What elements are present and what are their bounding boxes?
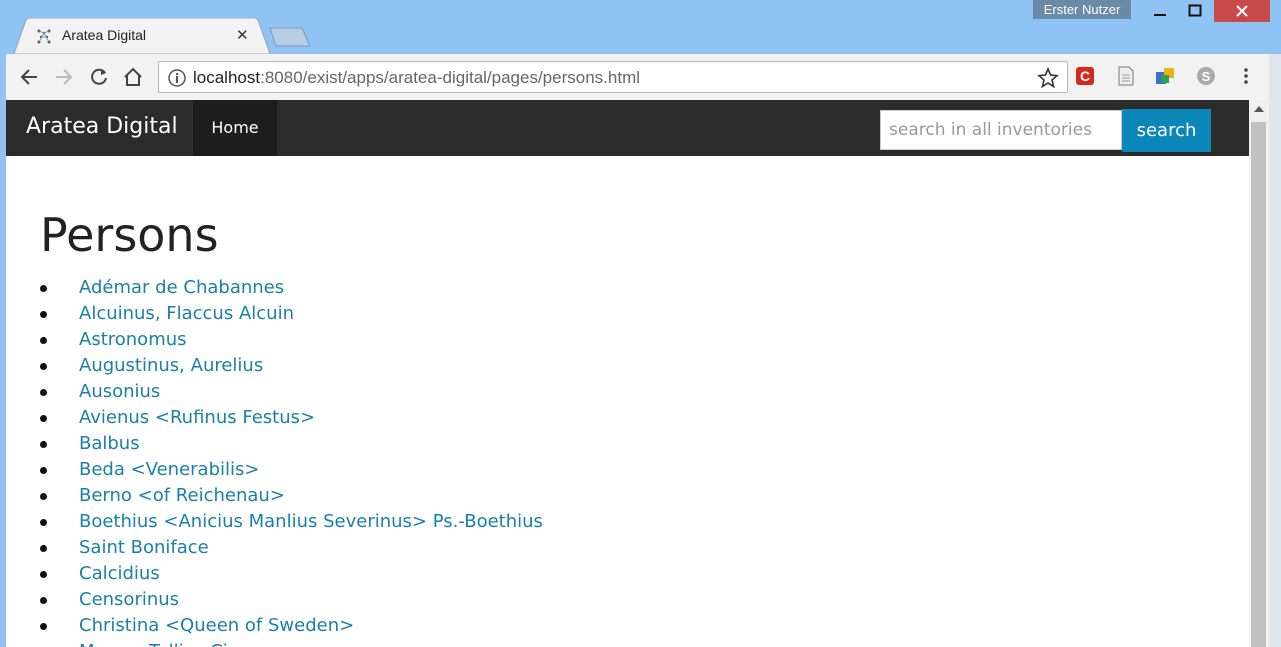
minimize-icon[interactable]: [1145, 0, 1175, 22]
person-link[interactable]: Christina <Queen of Sweden>: [79, 613, 354, 639]
vertical-scrollbar[interactable]: [1249, 100, 1269, 647]
person-link[interactable]: Augustinus, Aurelius: [79, 353, 263, 379]
site-brand[interactable]: Aratea Digital: [26, 114, 178, 139]
bullet: [40, 493, 47, 500]
person-link[interactable]: Calcidius: [79, 561, 160, 587]
close-icon[interactable]: [1214, 0, 1270, 22]
url-text[interactable]: localhost:8080/exist/apps/aratea-digital…: [193, 68, 640, 88]
address-bar[interactable]: localhost:8080/exist/apps/aratea-digital…: [158, 61, 1068, 93]
url-path: :8080/exist/apps/aratea-digital/pages/pe…: [260, 68, 641, 87]
scrollbar-thumb[interactable]: [1251, 122, 1266, 647]
nav-home-link[interactable]: Home: [193, 100, 277, 156]
info-icon[interactable]: [167, 68, 187, 88]
favicon-icon: [37, 29, 51, 44]
person-link[interactable]: Astronomus: [79, 327, 187, 353]
page-title: Persons: [40, 208, 219, 262]
window-titlebar: Erster Nutzer Aratea Digital ✕: [0, 0, 1281, 54]
menu-kebab-icon[interactable]: [1236, 66, 1256, 86]
user-badge[interactable]: Erster Nutzer: [1033, 0, 1131, 19]
person-link[interactable]: Balbus: [79, 431, 140, 457]
search-input[interactable]: [880, 110, 1122, 150]
home-icon[interactable]: [120, 64, 146, 90]
url-host: localhost: [193, 68, 261, 87]
extension-document-icon[interactable]: [1116, 66, 1136, 86]
forward-arrow-icon[interactable]: [51, 64, 77, 90]
browser-tab[interactable]: Aratea Digital ✕: [14, 18, 270, 54]
reload-icon[interactable]: [86, 64, 112, 90]
bullet: [40, 415, 47, 422]
bullet: [40, 311, 47, 318]
search-button[interactable]: search: [1122, 109, 1211, 152]
bullet: [40, 389, 47, 396]
site-navbar: Aratea Digital Home search: [6, 100, 1249, 156]
maximize-icon[interactable]: [1180, 0, 1210, 22]
back-arrow-icon[interactable]: [16, 64, 42, 90]
person-link[interactable]: Alcuinus, Flaccus Alcuin: [79, 301, 294, 327]
bullet: [40, 623, 47, 630]
bullet: [40, 519, 47, 526]
bullet: [40, 441, 47, 448]
person-link[interactable]: Marcus Tullius Cicero: [79, 639, 267, 647]
bullet: [40, 285, 47, 292]
bookmark-star-icon[interactable]: [1037, 67, 1059, 89]
bullet: [40, 597, 47, 604]
person-link[interactable]: Censorinus: [79, 587, 179, 613]
person-link[interactable]: Boethius <Anicius Manlius Severinus> Ps.…: [79, 509, 543, 535]
bullet: [40, 571, 47, 578]
extension-skype-icon[interactable]: S: [1196, 66, 1216, 86]
svg-text:S: S: [1202, 69, 1211, 84]
person-link[interactable]: Avienus <Rufinus Festus>: [79, 405, 315, 431]
svg-text:C: C: [1080, 68, 1090, 84]
bullet: [40, 467, 47, 474]
person-link[interactable]: Adémar de Chabannes: [79, 275, 284, 301]
person-link[interactable]: Berno <of Reichenau>: [79, 483, 285, 509]
bullet: [40, 337, 47, 344]
person-link[interactable]: Beda <Venerabilis>: [79, 457, 259, 483]
browser-toolbar: localhost:8080/exist/apps/aratea-digital…: [6, 54, 1269, 100]
bullet: [40, 545, 47, 552]
extension-c-icon[interactable]: C: [1075, 66, 1095, 86]
new-tab-button[interactable]: [268, 26, 312, 48]
tab-title: Aratea Digital: [62, 27, 147, 43]
window-edge: [1269, 54, 1281, 647]
page-viewport: Aratea Digital Home search Persons Adéma…: [6, 100, 1269, 647]
bullet: [40, 363, 47, 370]
tab-close-icon[interactable]: ✕: [236, 26, 249, 44]
person-link[interactable]: Saint Boniface: [79, 535, 209, 561]
extension-translate-icon[interactable]: [1155, 66, 1175, 86]
scroll-up-arrow-icon[interactable]: [1254, 106, 1264, 112]
person-link[interactable]: Ausonius: [79, 379, 160, 405]
